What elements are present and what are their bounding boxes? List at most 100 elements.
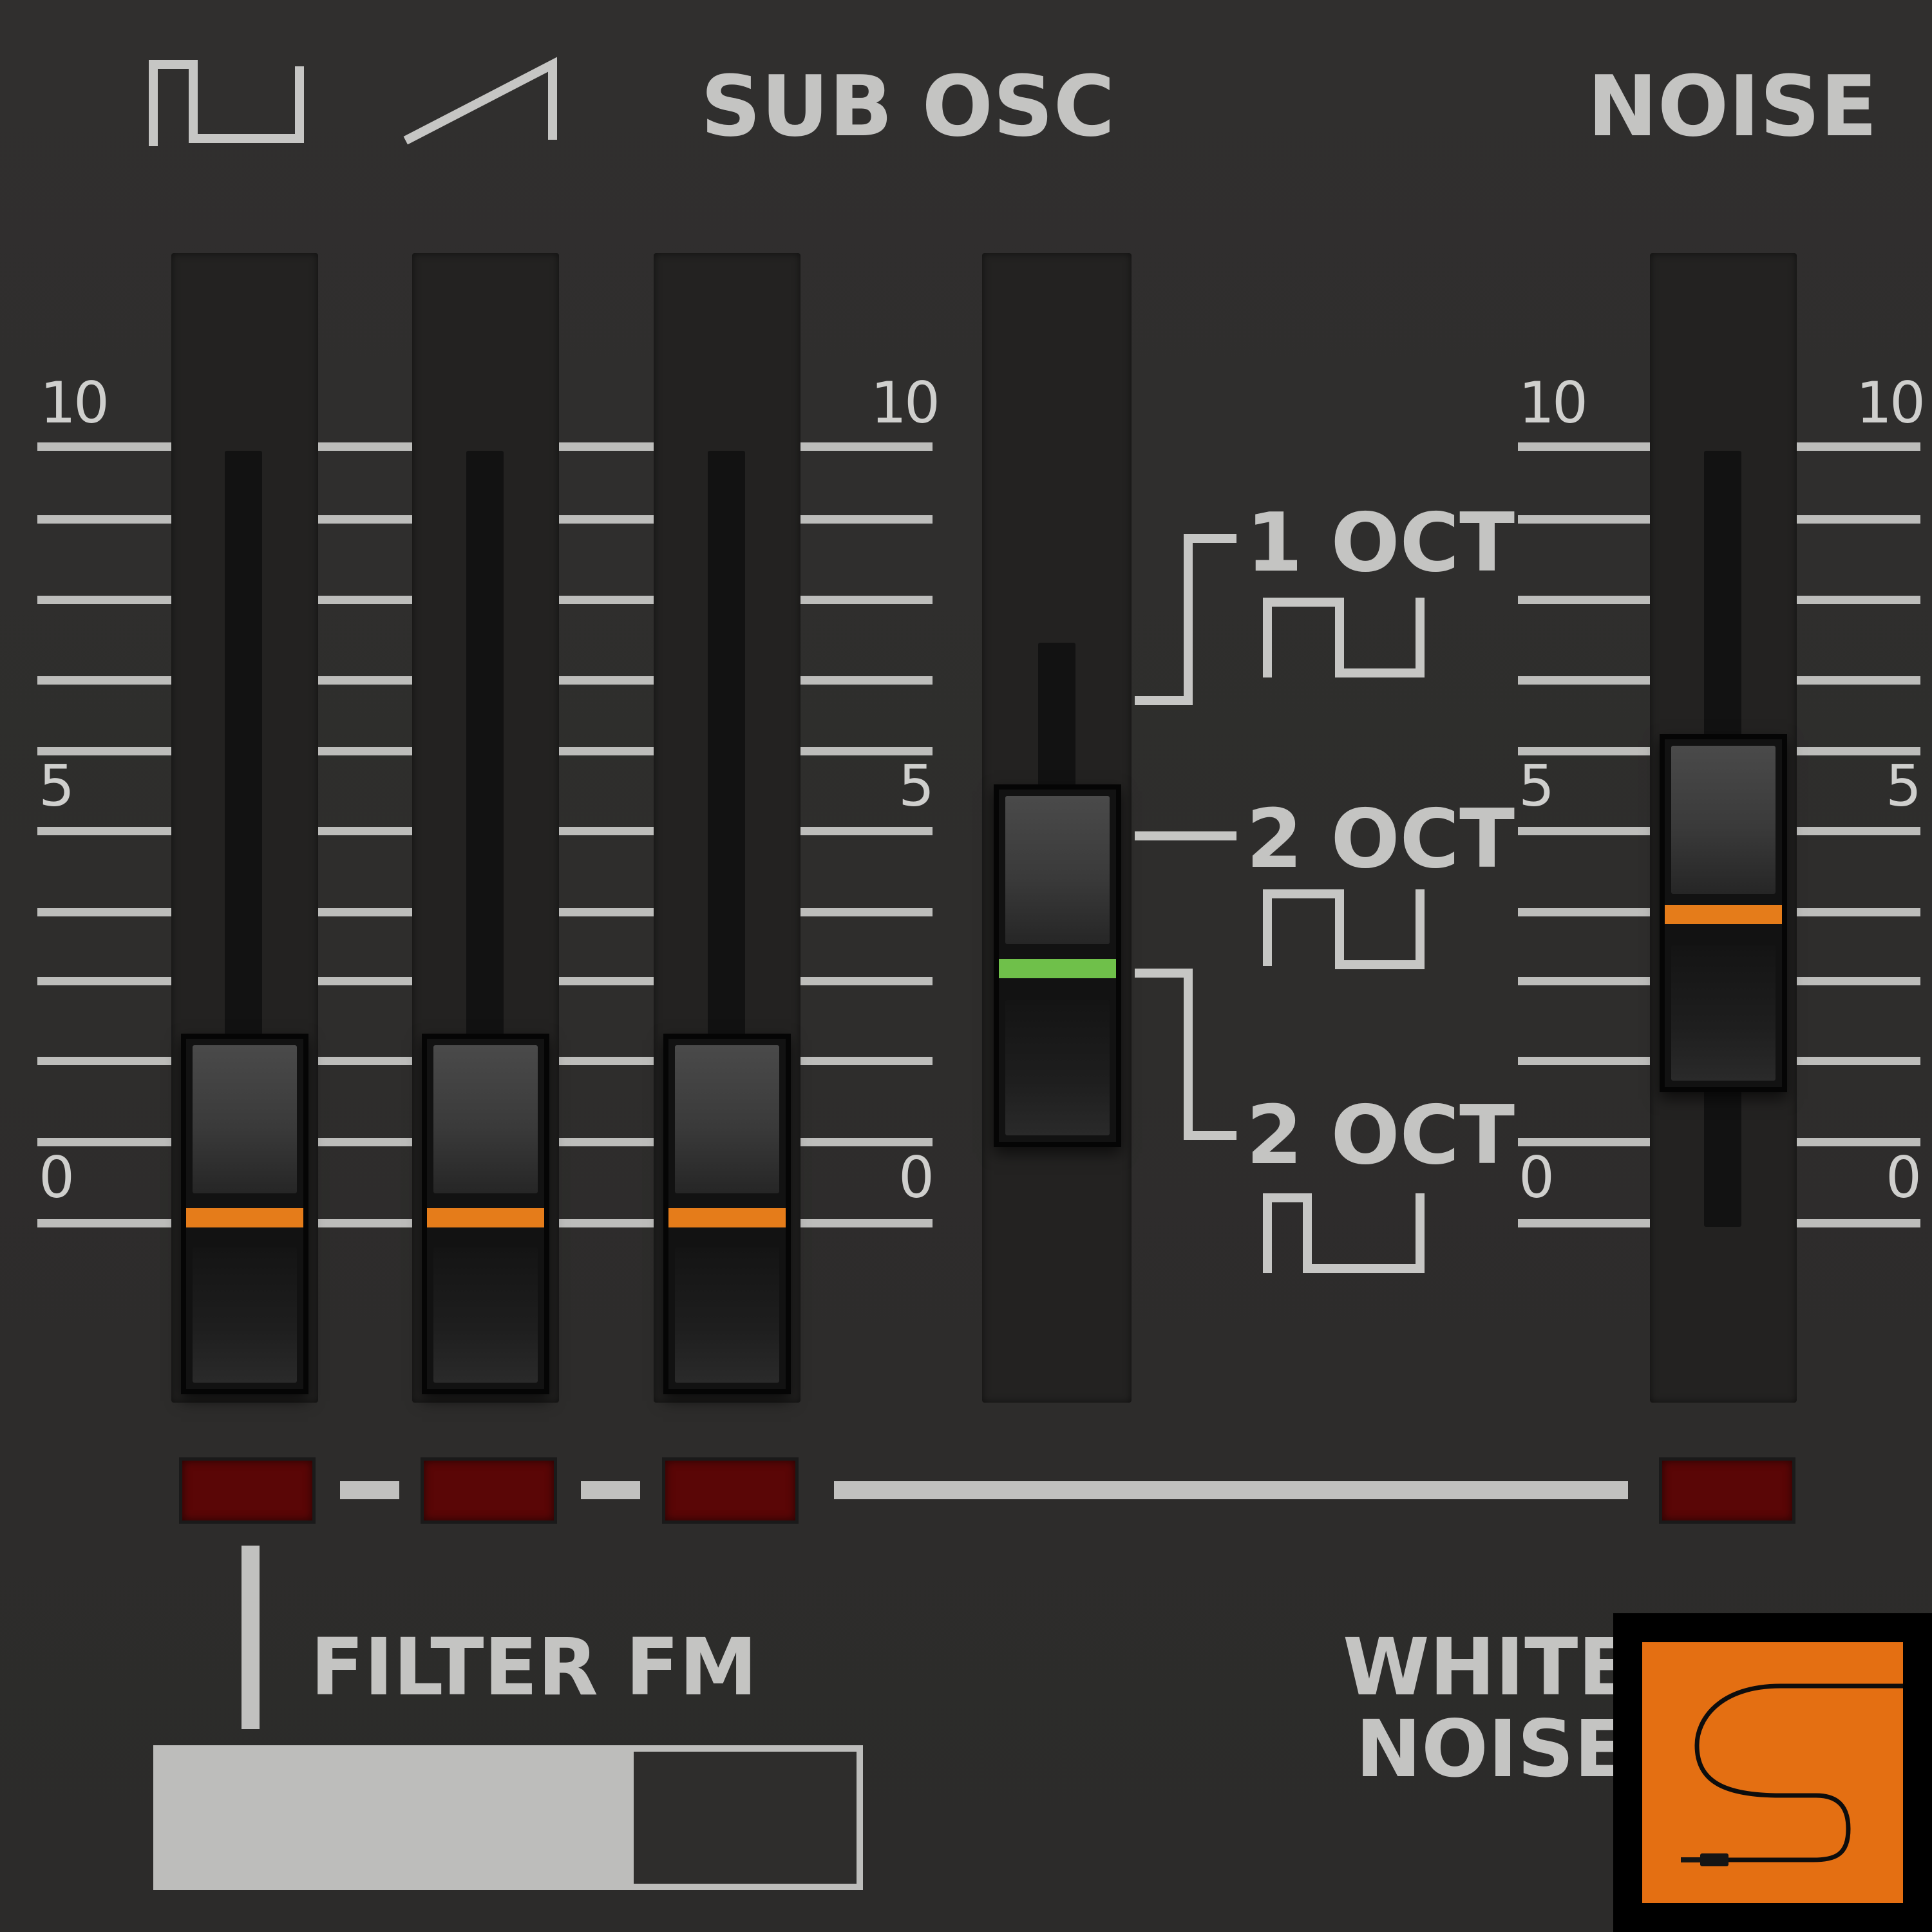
scale-tick xyxy=(37,827,173,835)
filter-fm-switch[interactable] xyxy=(153,1745,863,1890)
patch-cable-icon xyxy=(1681,1683,1903,1866)
filter-fm-switch-level xyxy=(160,1752,634,1884)
scale-tick xyxy=(311,515,415,524)
scale-tick xyxy=(37,747,173,755)
saw-led xyxy=(421,1457,557,1524)
scale-tick xyxy=(1518,676,1655,685)
scale-tick xyxy=(1792,442,1920,451)
filter-fm-connector xyxy=(242,1546,260,1729)
scale-tick xyxy=(37,1138,173,1146)
octave-option-3: 2 OCT xyxy=(1246,1088,1515,1182)
scale-tick xyxy=(311,1219,415,1227)
scale-tick xyxy=(37,908,173,916)
scale-tick xyxy=(1792,1138,1920,1146)
scale-tick xyxy=(311,676,415,685)
scale-label-0-left: 0 xyxy=(39,1144,75,1211)
square-wave-icon xyxy=(1263,889,1425,969)
scale-label-5-mid: 5 xyxy=(898,753,934,819)
sawtooth-wave-icon xyxy=(403,57,557,145)
scale-label-10-noise-left: 10 xyxy=(1519,370,1588,436)
scale-tick xyxy=(37,1057,173,1065)
scale-tick xyxy=(311,596,415,604)
scale-tick xyxy=(1792,515,1920,524)
scale-label-10-left: 10 xyxy=(40,370,109,436)
scale-tick xyxy=(794,1138,933,1146)
scale-tick xyxy=(1792,1219,1920,1227)
scale-tick xyxy=(1518,747,1655,755)
scale-tick xyxy=(553,977,658,985)
scale-tick xyxy=(553,908,658,916)
scale-tick xyxy=(1518,515,1655,524)
oscillator-mixer-panel: SUB OSC NOISE 10 5 0 10 5 0 10 5 0 10 5 … xyxy=(0,0,1932,1932)
square-wave-icon xyxy=(1263,598,1425,677)
scale-tick xyxy=(553,676,658,685)
square-wave-icon xyxy=(149,60,304,146)
scale-tick xyxy=(1792,908,1920,916)
scale-tick xyxy=(553,1057,658,1065)
scale-label-0-noise-left: 0 xyxy=(1519,1144,1555,1211)
scale-tick xyxy=(794,1057,933,1065)
scale-tick xyxy=(311,747,415,755)
scale-tick xyxy=(1792,596,1920,604)
noise-heading: NOISE xyxy=(1587,57,1878,155)
scale-tick xyxy=(37,1219,173,1227)
led-connector xyxy=(581,1481,640,1499)
scale-tick xyxy=(311,1138,415,1146)
scale-tick xyxy=(311,977,415,985)
noise-level-slider[interactable] xyxy=(1660,734,1787,1092)
scale-tick xyxy=(1792,827,1920,835)
white-noise-button[interactable] xyxy=(1613,1613,1932,1932)
scale-tick xyxy=(553,1138,658,1146)
scale-label-0-noise-right: 0 xyxy=(1886,1144,1922,1211)
octave-connector-bottom xyxy=(1135,969,1236,1140)
noise-led xyxy=(1659,1457,1795,1524)
octave-connector-top xyxy=(1135,534,1236,705)
scale-label-10-noise-right: 10 xyxy=(1856,370,1926,436)
scale-tick xyxy=(553,827,658,835)
scale-tick xyxy=(1518,596,1655,604)
scale-tick xyxy=(553,442,658,451)
white-noise-button-face xyxy=(1642,1642,1903,1903)
pulse-level-slider[interactable] xyxy=(181,1034,308,1394)
octave-connector-mid xyxy=(1135,831,1236,840)
scale-tick xyxy=(1518,442,1655,451)
scale-tick xyxy=(794,908,933,916)
white-noise-label-line1: WHITE xyxy=(1343,1622,1632,1713)
scale-tick xyxy=(311,1057,415,1065)
sub-osc-led xyxy=(662,1457,799,1524)
scale-label-10-mid: 10 xyxy=(871,370,940,436)
scale-tick xyxy=(794,596,933,604)
scale-tick xyxy=(553,747,658,755)
scale-tick xyxy=(794,676,933,685)
scale-tick xyxy=(311,827,415,835)
scale-label-0-mid: 0 xyxy=(898,1144,934,1211)
scale-tick xyxy=(37,442,173,451)
octave-option-1: 1 OCT xyxy=(1246,495,1515,590)
scale-tick xyxy=(37,515,173,524)
scale-tick xyxy=(794,442,933,451)
scale-tick xyxy=(37,596,173,604)
pulse-wave-icon xyxy=(1263,1193,1425,1273)
scale-tick xyxy=(1518,1138,1655,1146)
scale-tick xyxy=(311,442,415,451)
scale-tick xyxy=(1792,747,1920,755)
scale-tick xyxy=(1518,1057,1655,1065)
scale-label-5-left: 5 xyxy=(39,753,75,819)
octave-option-2: 2 OCT xyxy=(1246,791,1515,886)
scale-tick xyxy=(553,1219,658,1227)
scale-tick xyxy=(553,596,658,604)
scale-tick xyxy=(794,977,933,985)
scale-tick xyxy=(794,1219,933,1227)
scale-tick xyxy=(794,515,933,524)
scale-label-5-noise-left: 5 xyxy=(1519,753,1555,819)
sub-osc-octave-slider[interactable] xyxy=(994,784,1121,1147)
scale-label-5-noise-right: 5 xyxy=(1886,753,1922,819)
saw-level-slider[interactable] xyxy=(422,1034,549,1394)
scale-tick xyxy=(1792,676,1920,685)
sub-osc-level-slider[interactable] xyxy=(663,1034,791,1394)
scale-tick xyxy=(311,908,415,916)
scale-tick xyxy=(1792,977,1920,985)
scale-tick xyxy=(37,676,173,685)
scale-tick xyxy=(1518,977,1655,985)
led-connector xyxy=(340,1481,399,1499)
